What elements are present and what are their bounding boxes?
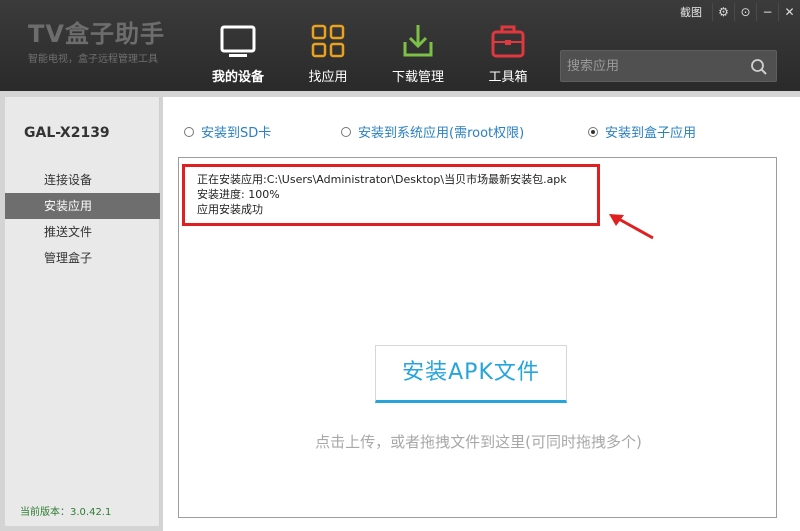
nav-download-manager[interactable]: 下载管理 [378,0,458,91]
screenshot-button[interactable]: 截图 [680,4,702,20]
install-log-path: 正在安装应用:C:\Users\Administrator\Desktop\当贝… [197,173,567,186]
install-apk-button[interactable]: 安装APK文件 [375,345,567,403]
download-icon [403,25,433,57]
install-target-group: 安装到SD卡 安装到系统应用(需root权限) 安装到盒子应用 [163,122,800,141]
device-name: GAL-X2139 [24,125,110,141]
install-log-status: 应用安装成功 [197,203,263,216]
radio-install-sd-card[interactable]: 安装到SD卡 [184,122,271,141]
search-box [560,50,777,82]
radio-indicator [184,126,194,137]
radio-install-box-app[interactable]: 安装到盒子应用 [588,122,696,141]
search-input[interactable] [561,51,741,81]
install-log: 正在安装应用:C:\Users\Administrator\Desktop\当贝… [182,164,600,226]
nav-my-device-label: 我的设备 [211,70,264,85]
app-logo-subtitle: 智能电视，盒子远程管理工具 [28,54,158,65]
sidebar-menu: 连接设备 安装应用 推送文件 管理盒子 [5,167,160,271]
app-logo-title: TV盒子助手 [28,20,165,48]
grid-icon [311,24,345,58]
install-log-progress: 安装进度: 100% [197,188,280,201]
radio-label: 安装到盒子应用 [605,126,697,141]
sidebar-item-install-apps[interactable]: 安装应用 [5,193,160,219]
app-logo: TV盒子助手 智能电视，盒子远程管理工具 [28,20,165,65]
search-icon[interactable] [750,58,768,76]
annotation-arrow-icon [609,214,654,240]
toolbox-icon [491,25,525,58]
app-header: TV盒子助手 智能电视，盒子远程管理工具 我的设备 找应用 下载管理 工具箱 截… [0,0,800,91]
sidebar-item-push-files[interactable]: 推送文件 [5,219,160,245]
radio-label: 安装到SD卡 [201,126,272,141]
version-label: 当前版本：3.0.42.1 [20,507,112,518]
main-panel: 安装到SD卡 安装到系统应用(需root权限) 安装到盒子应用 正在安装应用:C… [163,97,800,531]
window-controls: 截图 ⚙ ⊙ − ✕ [680,3,800,21]
minimize-icon[interactable]: − [756,3,778,21]
radio-indicator [588,126,598,137]
nav-find-apps[interactable]: 找应用 [290,0,366,91]
radio-indicator [341,126,351,137]
apk-drop-zone[interactable]: 正在安装应用:C:\Users\Administrator\Desktop\当贝… [178,157,777,518]
sidebar-item-manage-box[interactable]: 管理盒子 [5,245,160,271]
nav-find-apps-label: 找应用 [308,70,348,85]
sidebar-item-connect-device[interactable]: 连接设备 [5,167,160,193]
sidebar: GAL-X2139 连接设备 安装应用 推送文件 管理盒子 当前版本：3.0.4… [5,97,160,526]
close-icon[interactable]: ✕ [778,3,800,21]
drop-hint: 点击上传，或者拖拽文件到这里(可同时拖拽多个) [315,433,642,451]
radio-install-system-app[interactable]: 安装到系统应用(需root权限) [341,122,524,141]
radio-label: 安装到系统应用(需root权限) [358,126,525,141]
nav-toolbox-label: 工具箱 [488,70,528,85]
nav-toolbox[interactable]: 工具箱 [470,0,546,91]
settings-icon[interactable]: ⚙ [712,3,734,21]
feedback-icon[interactable]: ⊙ [734,3,756,21]
nav-download-manager-label: 下载管理 [391,70,444,85]
tv-icon [220,25,256,57]
nav-my-device[interactable]: 我的设备 [198,0,278,91]
